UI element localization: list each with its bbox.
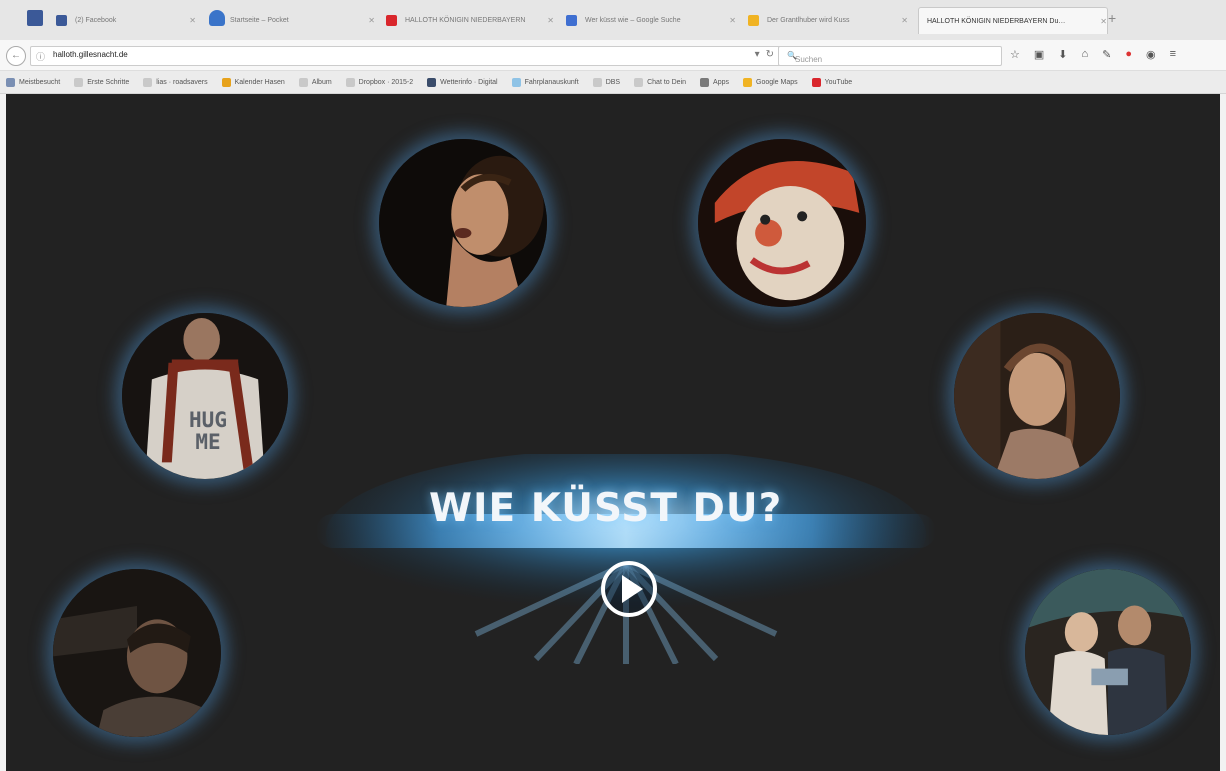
tab-active[interactable]: HALLOTH KÖNIGIN NIEDERBAYERN Du… ✕ <box>918 7 1108 34</box>
extension-icon[interactable]: ✎ <box>1102 48 1111 61</box>
bookmark-item[interactable]: Apps <box>700 77 729 87</box>
site-favicon-icon <box>748 14 759 26</box>
portrait-clown-image <box>698 139 866 307</box>
bookmark-item[interactable]: Kalender Hasen <box>221 77 285 87</box>
search-field[interactable]: 🔍 Suchen <box>778 46 1002 66</box>
tab-strip: (2) Facebook ✕ Startseite – Pocket ✕ HAL… <box>0 0 1226 40</box>
bookmark-item[interactable]: Meistbesucht <box>6 77 60 87</box>
bookmark-item[interactable]: Google Maps <box>743 77 798 87</box>
page-content: HUG ME WIE KÜSST DU? <box>6 94 1220 771</box>
chat-icon[interactable]: ◉ <box>1146 48 1156 61</box>
site-info-icon[interactable]: ⓘ <box>36 50 45 63</box>
url-actions: ▾↻ <box>755 49 780 60</box>
close-tab-icon[interactable]: ✕ <box>895 16 908 25</box>
page-icon <box>592 77 602 87</box>
tab-pocket[interactable]: Startseite – Pocket ✕ <box>230 10 375 30</box>
tab-grantlhuber[interactable]: Der Grantlhuber wird Kuss ✕ <box>748 10 908 30</box>
dropdown-icon[interactable]: ▾ <box>755 49 766 60</box>
new-tab-button[interactable]: + <box>1108 10 1116 26</box>
bookmark-item[interactable]: Chat to Dein <box>634 77 686 87</box>
google-icon <box>566 14 577 26</box>
bookmark-item[interactable]: Album <box>298 77 332 87</box>
facebook-icon <box>56 14 67 26</box>
search-placeholder: 🔍 Suchen <box>787 51 823 64</box>
page-icon <box>345 77 355 87</box>
menu-icon[interactable]: ≡ <box>1170 48 1176 61</box>
url-bar[interactable]: ⓘ halloth.gillesnacht.de ▾↻ <box>30 46 787 66</box>
pocket-pinned-icon[interactable] <box>209 10 225 26</box>
home-icon[interactable]: ⌂ <box>1082 48 1089 61</box>
bookmark-item[interactable]: Dropbox · 2015-2 <box>345 77 413 87</box>
portrait-clown[interactable] <box>698 139 866 307</box>
play-button[interactable] <box>599 559 659 619</box>
apps-icon <box>700 77 710 87</box>
tab-google[interactable]: Wer küsst wie – Google Suche ✕ <box>566 10 736 30</box>
reading-list-icon[interactable]: ▣ <box>1034 48 1044 61</box>
page-icon <box>298 77 308 87</box>
facebook-pinned-icon[interactable] <box>27 10 43 26</box>
url-text[interactable]: halloth.gillesnacht.de <box>53 50 128 59</box>
portrait-hug-me-image <box>122 313 288 479</box>
bookmark-item[interactable]: DBS <box>592 77 620 87</box>
bookmarks-bar: Meistbesucht Erste Schritte lias · roads… <box>0 71 1226 94</box>
close-tab-icon[interactable]: ✕ <box>183 16 196 25</box>
folder-icon <box>6 77 15 87</box>
maps-icon <box>743 77 752 87</box>
train-icon <box>511 77 521 87</box>
bookmark-item[interactable]: YouTube <box>811 77 852 87</box>
bookmark-star-icon[interactable]: ☆ <box>1010 48 1020 61</box>
tab-youtube[interactable]: HALLOTH KÖNIGIN NIEDERBAYERN ✕ <box>386 10 554 30</box>
portrait-braid-image <box>954 313 1120 479</box>
youtube-icon <box>811 77 821 87</box>
back-button[interactable]: ← <box>6 46 26 66</box>
close-tab-icon[interactable]: ✕ <box>1094 17 1107 26</box>
portrait-couple-image <box>1025 569 1191 735</box>
portrait-singer-image <box>379 139 547 307</box>
close-tab-icon[interactable]: ✕ <box>362 16 375 25</box>
download-icon[interactable]: ⬇ <box>1058 48 1067 61</box>
bookmark-item[interactable]: Fahrplanauskunft <box>511 77 579 87</box>
tab-facebook[interactable]: (2) Facebook ✕ <box>56 10 196 30</box>
bookmark-item[interactable]: Wetterinfo · Digital <box>427 77 498 87</box>
portrait-shadow-man-image <box>53 569 221 737</box>
portrait-braid[interactable] <box>954 313 1120 479</box>
page-icon <box>634 77 644 87</box>
page-icon <box>74 77 84 87</box>
toolbar-icons: ☆ ▣ ⬇ ⌂ ✎ ● ◉ ≡ <box>1010 48 1176 61</box>
page-icon <box>143 77 153 87</box>
navigation-toolbar: ← ⓘ halloth.gillesnacht.de ▾↻ 🔍 Suchen ☆… <box>0 40 1226 71</box>
youtube-icon <box>386 14 397 26</box>
close-tab-icon[interactable]: ✕ <box>541 16 554 25</box>
portrait-singer[interactable] <box>379 139 547 307</box>
close-tab-icon[interactable]: ✕ <box>723 16 736 25</box>
bookmark-item[interactable]: lias · roadsavers <box>143 77 208 87</box>
shirt-text: HUG ME <box>189 408 227 454</box>
weather-icon <box>427 77 437 87</box>
page-headline: WIE KÜSST DU? <box>429 486 783 531</box>
adblock-icon[interactable]: ● <box>1125 48 1132 61</box>
bookmark-item[interactable]: Erste Schritte <box>74 77 129 87</box>
portrait-shadow-man[interactable] <box>53 569 221 737</box>
portrait-hug-me[interactable]: HUG ME <box>122 313 288 479</box>
portrait-couple[interactable] <box>1025 569 1191 735</box>
calendar-icon <box>221 77 231 87</box>
